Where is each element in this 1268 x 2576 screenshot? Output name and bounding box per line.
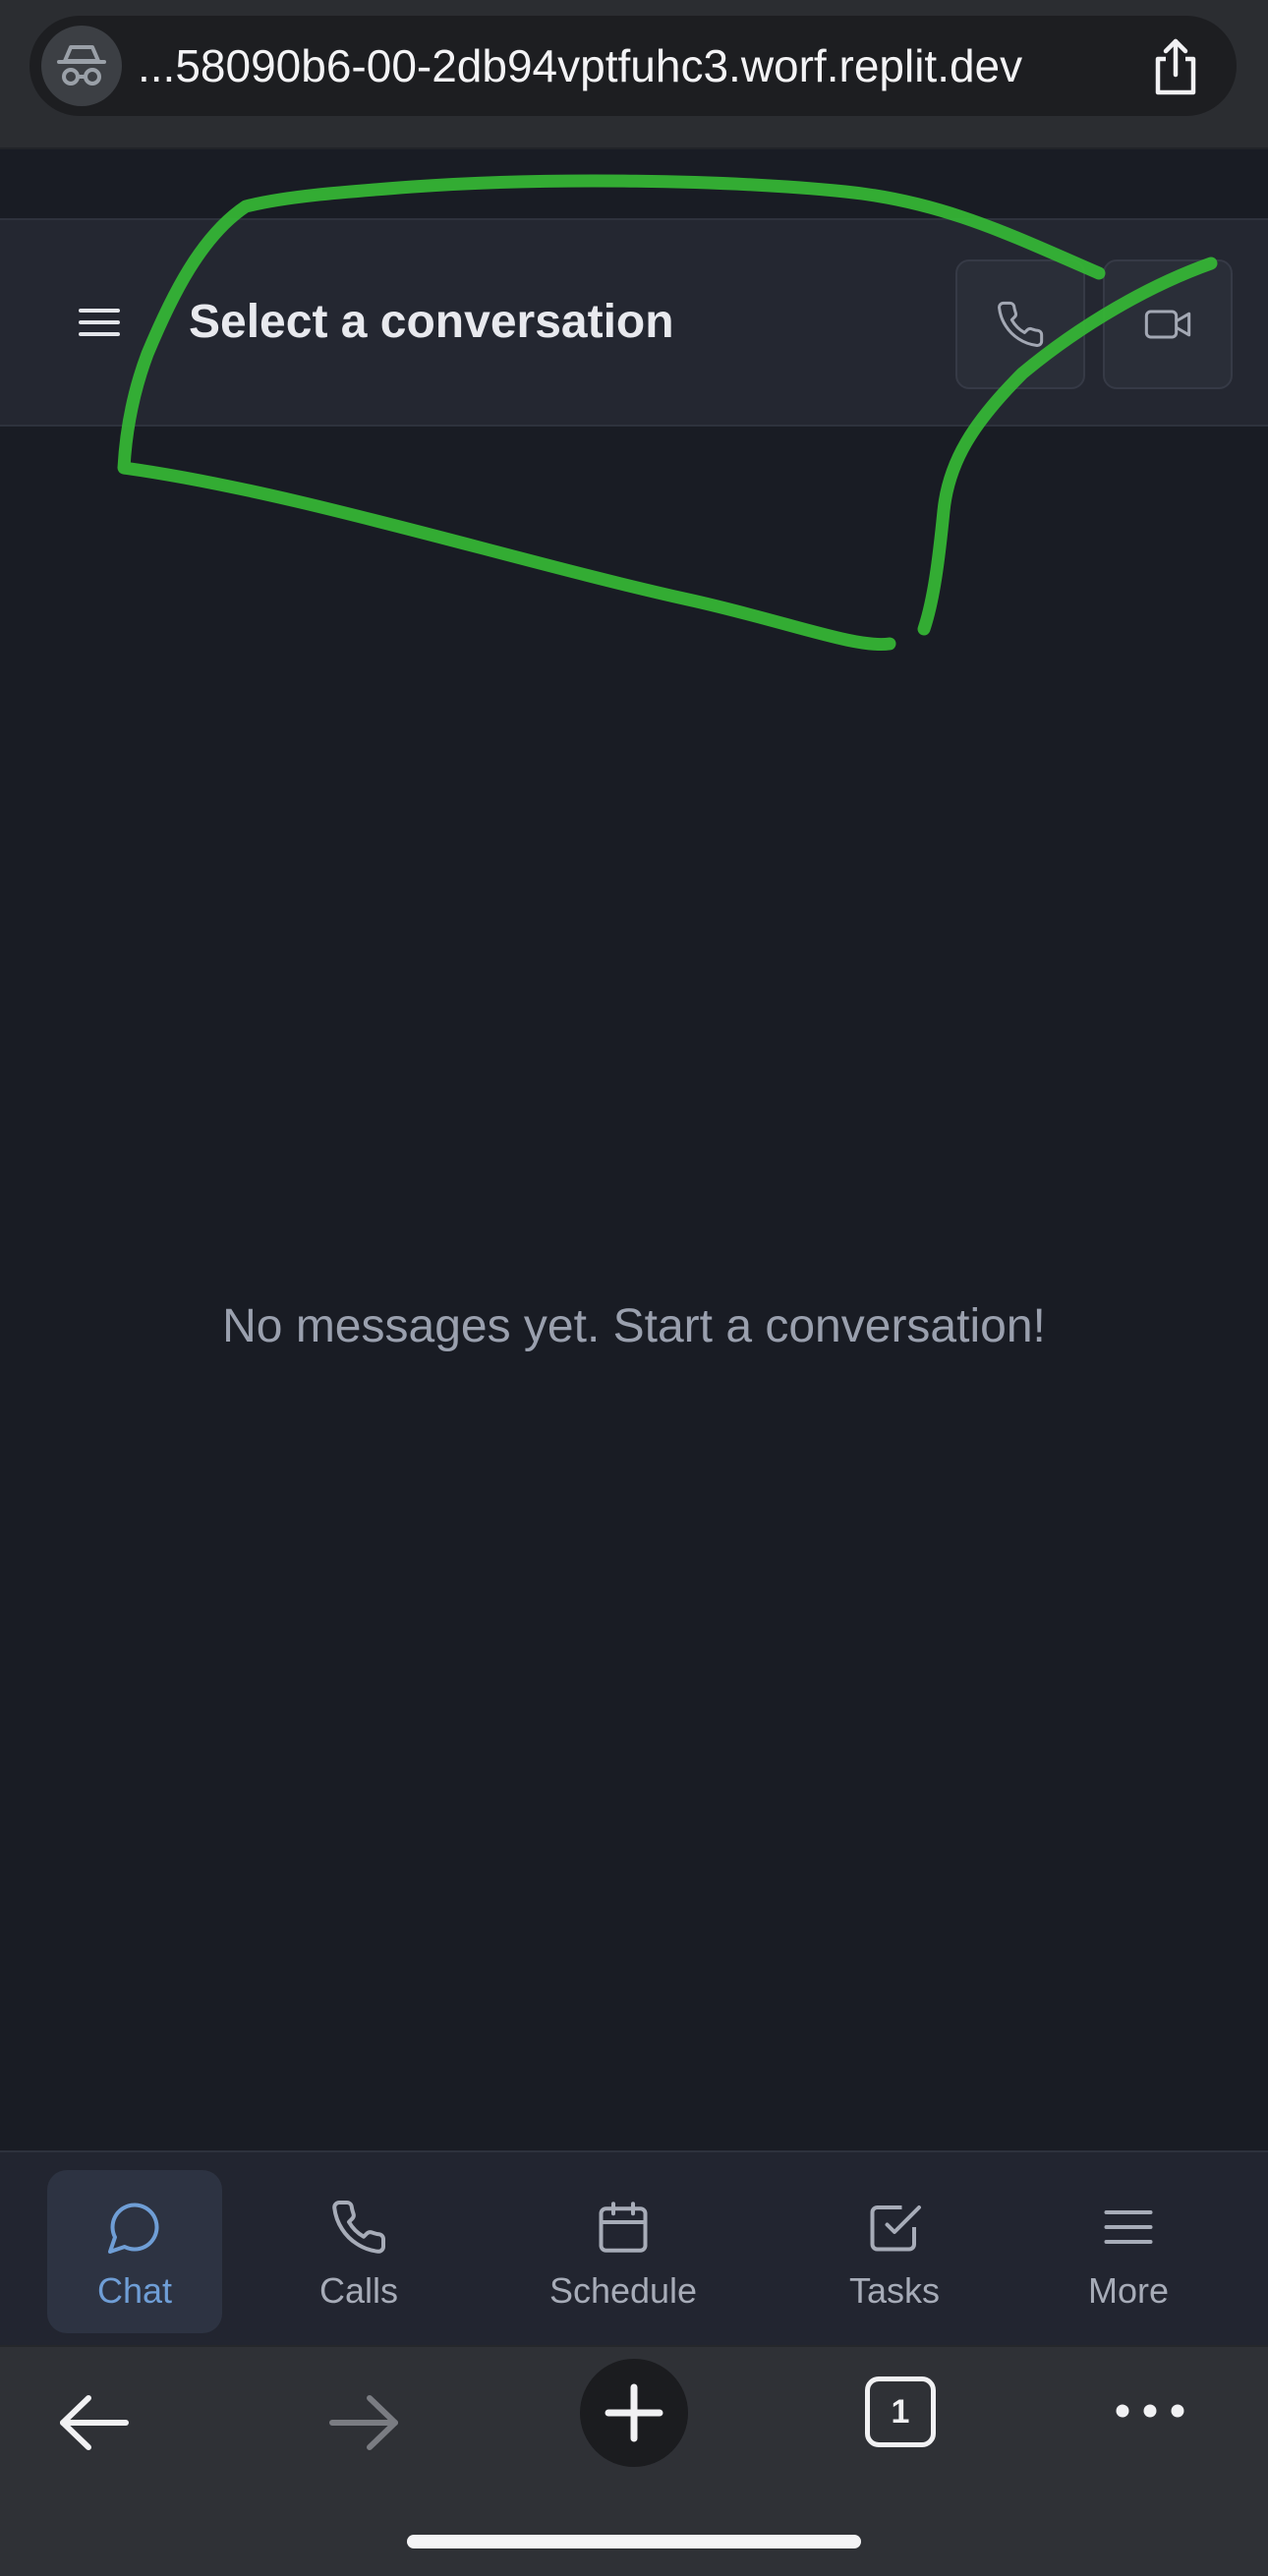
menu-icon xyxy=(1104,2210,1153,2244)
forward-button[interactable] xyxy=(324,2388,403,2462)
phone-icon xyxy=(332,2200,386,2254)
tab-more[interactable]: More xyxy=(1040,2170,1217,2333)
tab-tasks[interactable]: Tasks xyxy=(806,2170,983,2333)
home-indicator xyxy=(407,2535,861,2548)
empty-state-message: No messages yet. Start a conversation! xyxy=(222,1300,1046,1352)
video-call-button[interactable] xyxy=(1103,259,1233,389)
back-arrow-icon xyxy=(60,2395,129,2450)
tab-calls[interactable]: Calls xyxy=(270,2170,447,2333)
share-icon[interactable] xyxy=(1146,35,1205,98)
page-title: Select a conversation xyxy=(189,296,674,348)
back-button[interactable] xyxy=(55,2388,134,2462)
plus-icon xyxy=(605,2383,663,2442)
forward-arrow-icon xyxy=(329,2395,398,2450)
tab-chat[interactable]: Chat xyxy=(47,2170,222,2333)
tab-label: Chat xyxy=(96,2270,173,2311)
ellipsis-icon xyxy=(1116,2404,1184,2418)
tab-label: Schedule xyxy=(548,2270,698,2311)
tab-label: More xyxy=(1087,2270,1170,2311)
browser-url-bar: ...58090b6-00-2db94vptfuhc3.worf.replit.… xyxy=(0,0,1268,149)
check-square-icon xyxy=(870,2205,921,2252)
incognito-icon xyxy=(41,26,122,106)
voice-call-button[interactable] xyxy=(955,259,1085,389)
calendar-icon xyxy=(599,2202,648,2253)
video-icon xyxy=(1144,310,1191,339)
app-tab-bar: Chat Calls Schedule Tasks More xyxy=(0,2150,1268,2345)
chat-header: Select a conversation xyxy=(0,218,1268,427)
tab-count: 1 xyxy=(891,2392,910,2431)
tab-label: Tasks xyxy=(848,2270,941,2311)
more-options-button[interactable] xyxy=(1111,2396,1189,2431)
tab-schedule[interactable]: Schedule xyxy=(515,2170,731,2333)
chat-bubble-icon xyxy=(108,2203,159,2254)
tabs-button[interactable]: 1 xyxy=(865,2376,936,2447)
phone-icon xyxy=(998,301,1044,347)
new-tab-button[interactable] xyxy=(580,2359,688,2467)
hamburger-icon[interactable] xyxy=(75,303,124,342)
tab-label: Calls xyxy=(318,2270,398,2311)
url-text[interactable]: ...58090b6-00-2db94vptfuhc3.worf.replit.… xyxy=(138,16,1022,116)
address-field[interactable]: ...58090b6-00-2db94vptfuhc3.worf.replit.… xyxy=(29,16,1237,116)
